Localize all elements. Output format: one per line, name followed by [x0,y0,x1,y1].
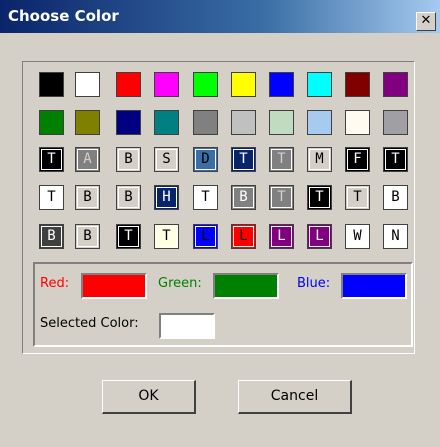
color-swatch[interactable] [231,72,256,97]
color-swatch[interactable]: T [383,147,408,172]
color-swatch[interactable] [75,110,100,135]
color-swatch[interactable]: L [269,224,294,249]
color-swatch[interactable] [345,72,370,97]
color-swatch[interactable] [154,72,179,97]
color-swatch[interactable]: B [231,185,256,210]
color-swatch[interactable]: B [116,147,141,172]
color-swatch[interactable]: T [345,185,370,210]
green-label: Green: [158,276,202,291]
color-swatch[interactable] [307,72,332,97]
color-swatch[interactable]: T [39,185,64,210]
color-swatch[interactable] [116,110,141,135]
title-bar[interactable]: Choose Color ✕ [0,0,440,33]
color-swatch[interactable] [383,72,408,97]
color-swatch[interactable]: T [269,147,294,172]
color-swatch[interactable]: T [231,147,256,172]
color-swatch[interactable]: L [307,224,332,249]
cancel-button[interactable]: Cancel [238,380,352,414]
color-swatch[interactable] [193,110,218,135]
color-swatch[interactable] [231,110,256,135]
choose-color-dialog: Choose Color ✕ TABSDTTMFTTBBHTBTTTBBBTTL… [0,0,440,447]
color-swatch[interactable]: A [75,147,100,172]
close-button[interactable]: ✕ [416,12,436,31]
window-title: Choose Color [8,7,119,25]
color-swatch[interactable]: T [39,147,64,172]
green-color-box[interactable] [213,273,279,299]
selected-color-label: Selected Color: [40,316,139,331]
color-swatch[interactable]: B [383,185,408,210]
color-swatch[interactable] [193,72,218,97]
color-swatch[interactable]: B [75,185,100,210]
color-swatch[interactable]: B [39,224,64,249]
blue-color-box[interactable] [341,273,407,299]
color-swatch[interactable] [116,72,141,97]
color-swatch[interactable]: L [193,224,218,249]
color-swatch[interactable] [75,72,100,97]
color-swatch[interactable]: M [307,147,332,172]
red-label: Red: [40,276,70,291]
color-swatch[interactable] [269,72,294,97]
color-swatch[interactable] [307,110,332,135]
color-swatch[interactable]: T [307,185,332,210]
color-swatch[interactable] [383,110,408,135]
color-swatch[interactable]: D [193,147,218,172]
color-swatch[interactable]: F [345,147,370,172]
color-swatch[interactable] [39,72,64,97]
color-swatch[interactable]: S [154,147,179,172]
color-swatch[interactable]: T [154,224,179,249]
color-swatch[interactable]: L [231,224,256,249]
color-swatch[interactable] [269,110,294,135]
blue-label: Blue: [297,276,331,291]
selected-color-box [159,313,215,339]
color-swatch[interactable] [154,110,179,135]
color-swatch[interactable]: B [75,224,100,249]
color-swatch[interactable]: N [383,224,408,249]
ok-button[interactable]: OK [102,380,196,414]
color-swatch[interactable]: T [269,185,294,210]
red-color-box[interactable] [81,273,147,299]
color-swatch[interactable] [345,110,370,135]
color-swatch[interactable]: T [116,224,141,249]
color-swatch[interactable]: H [154,185,179,210]
close-icon: ✕ [420,13,432,28]
color-swatch[interactable]: W [345,224,370,249]
color-swatch[interactable]: B [116,185,141,210]
color-swatch[interactable]: T [193,185,218,210]
custom-color-panel: Red: Green: Blue: Selected Color: [33,262,413,347]
color-swatch[interactable] [39,110,64,135]
